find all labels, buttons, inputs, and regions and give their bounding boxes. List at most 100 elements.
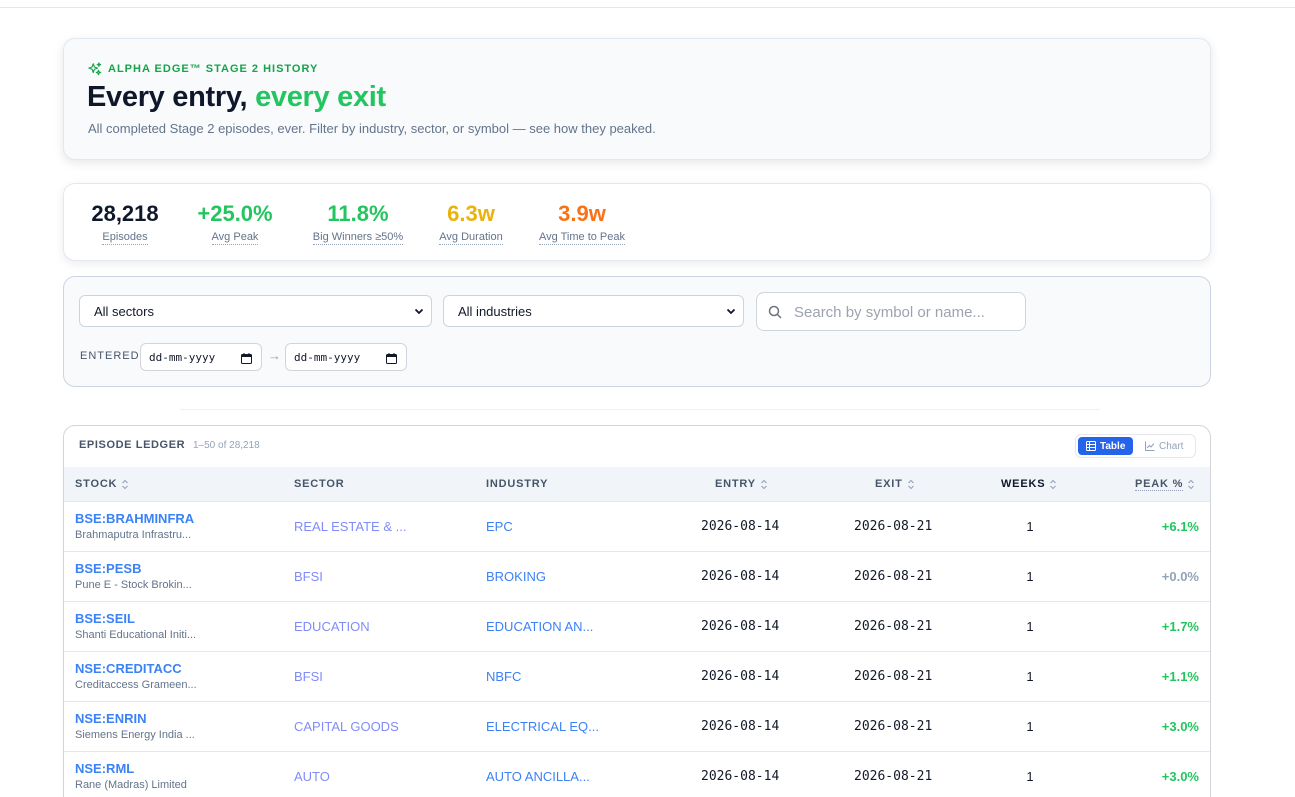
table-row[interactable]: BSE:SEIL Shanti Educational Initi... EDU… (64, 602, 1210, 652)
ledger-title: EPISODE LEDGER (79, 439, 186, 451)
stat-avg-time-to-peak: 3.9w Avg Time to Peak (533, 201, 631, 245)
stock-name: Rane (Madras) Limited (75, 779, 187, 791)
exit-date: 2026-08-21 (854, 619, 933, 634)
peak-value: +0.0% (1161, 569, 1199, 584)
entry-date: 2026-08-14 (701, 519, 780, 534)
search-icon (768, 305, 782, 319)
sector-link[interactable]: AUTO (294, 769, 330, 784)
sector-link[interactable]: EDUCATION (294, 619, 370, 634)
table-view-label: Table (1100, 440, 1126, 452)
table-row[interactable]: NSE:ENRIN Siemens Energy India ... CAPIT… (64, 702, 1210, 752)
table-view-button[interactable]: Table (1078, 437, 1134, 455)
column-header-exit[interactable]: EXIT (875, 478, 915, 490)
stock-symbol-link[interactable]: BSE:BRAHMINFRA (75, 511, 194, 526)
sector-link[interactable]: BFSI (294, 569, 323, 584)
table-row[interactable]: NSE:RML Rane (Madras) Limited AUTO AUTO … (64, 752, 1210, 797)
peak-value: +3.0% (1161, 719, 1199, 734)
chevron-down-icon (726, 308, 736, 315)
column-header-sector: SECTOR (294, 478, 345, 490)
title-accent: every exit (255, 81, 386, 113)
column-header-industry: INDUSTRY (486, 478, 549, 490)
sector-link[interactable]: REAL ESTATE & ... (294, 519, 406, 534)
date-range-arrow: → (268, 348, 281, 363)
stat-label: Episodes (102, 231, 148, 245)
sector-select[interactable]: All sectors (79, 295, 432, 327)
stat-label: Big Winners ≥50% (312, 231, 404, 245)
sort-icon (122, 479, 129, 489)
peak-value: +1.1% (1161, 669, 1199, 684)
industry-link[interactable]: AUTO ANCILLA... (486, 769, 590, 784)
stat-value: 11.8% (327, 201, 389, 226)
date-from-value: dd-mm-yyyy (149, 350, 216, 364)
column-header-entry[interactable]: ENTRY (715, 478, 768, 490)
stat-big-winners: 11.8% Big Winners ≥50% (307, 201, 409, 245)
column-header-weeks[interactable]: WEEKS (1001, 478, 1057, 490)
exit-date: 2026-08-21 (854, 669, 933, 684)
stock-name: Brahmaputra Infrastru... (75, 529, 192, 541)
top-divider (0, 7, 1295, 8)
chart-view-label: Chart (1159, 440, 1184, 452)
calendar-icon[interactable] (386, 353, 397, 364)
weeks-value: 1 (1026, 519, 1034, 534)
sort-icon (760, 479, 767, 489)
view-toggle: Table Chart (1075, 434, 1196, 458)
exit-date: 2026-08-21 (854, 769, 933, 784)
weeks-value: 1 (1026, 669, 1034, 684)
stat-episodes: 28,218 Episodes (87, 201, 163, 245)
stat-label: Avg Time to Peak (538, 231, 625, 245)
weeks-value: 1 (1026, 569, 1034, 584)
date-to-input[interactable]: dd-mm-yyyy (285, 343, 407, 371)
exit-date: 2026-08-21 (854, 519, 933, 534)
stock-symbol-link[interactable]: BSE:PESB (75, 561, 141, 576)
peak-value: +6.1% (1161, 519, 1199, 534)
industry-link[interactable]: EDUCATION AN... (486, 619, 593, 634)
search-input[interactable] (794, 301, 1019, 323)
hero-card: ALPHA EDGE™ STAGE 2 HISTORY Every entry,… (63, 38, 1211, 160)
peak-value: +1.7% (1161, 619, 1199, 634)
peak-value: +3.0% (1161, 769, 1199, 784)
weeks-value: 1 (1026, 769, 1034, 784)
entry-date: 2026-08-14 (701, 669, 780, 684)
column-header-peak[interactable]: PEAK % (1135, 478, 1195, 491)
line-chart-icon (1145, 441, 1155, 451)
calendar-icon[interactable] (241, 353, 252, 364)
industry-link[interactable]: ELECTRICAL EQ... (486, 719, 599, 734)
sort-icon (1188, 479, 1195, 490)
page-title: Every entry, every exit (87, 81, 386, 114)
title-main: Every entry, (87, 81, 256, 113)
stat-label: Avg Duration (439, 231, 503, 245)
stock-symbol-link[interactable]: BSE:SEIL (75, 611, 135, 626)
industry-link[interactable]: EPC (486, 519, 513, 534)
sector-link[interactable]: BFSI (294, 669, 323, 684)
table-row[interactable]: BSE:BRAHMINFRA Brahmaputra Infrastru... … (64, 502, 1210, 552)
column-header-stock[interactable]: STOCK (75, 478, 129, 490)
stat-avg-peak: +25.0% Avg Peak (190, 201, 280, 245)
stock-symbol-link[interactable]: NSE:ENRIN (75, 711, 147, 726)
sort-icon (1050, 479, 1057, 489)
entry-date: 2026-08-14 (701, 619, 780, 634)
industry-link[interactable]: NBFC (486, 669, 521, 684)
sector-link[interactable]: CAPITAL GOODS (294, 719, 399, 734)
table-header: STOCK SECTOR INDUSTRY ENTRY EXIT WEEKS P… (64, 467, 1210, 502)
stock-name: Creditaccess Grameen... (75, 679, 197, 691)
table-row[interactable]: NSE:CREDITACC Creditaccess Grameen... BF… (64, 652, 1210, 702)
sector-select-value: All sectors (94, 303, 154, 319)
eyebrow-text: ALPHA EDGE™ STAGE 2 HISTORY (108, 63, 319, 75)
stock-name: Shanti Educational Initi... (75, 629, 197, 641)
hero-eyebrow: ALPHA EDGE™ STAGE 2 HISTORY (88, 62, 318, 76)
table-body: BSE:BRAHMINFRA Brahmaputra Infrastru... … (64, 502, 1210, 797)
episode-ledger: EPISODE LEDGER 1–50 of 28,218 Table Char… (63, 425, 1211, 797)
industry-link[interactable]: BROKING (486, 569, 546, 584)
table-row[interactable]: BSE:PESB Pune E - Stock Brokin... BFSI B… (64, 552, 1210, 602)
stock-symbol-link[interactable]: NSE:CREDITACC (75, 661, 182, 676)
industry-select[interactable]: All industries (443, 295, 744, 327)
entry-date: 2026-08-14 (701, 719, 780, 734)
chart-view-button[interactable]: Chart (1137, 437, 1191, 455)
sort-icon (907, 479, 914, 489)
stats-card: 28,218 Episodes +25.0% Avg Peak 11.8% Bi… (63, 183, 1211, 261)
stock-symbol-link[interactable]: NSE:RML (75, 761, 134, 776)
sparkles-icon (88, 62, 102, 76)
date-from-input[interactable]: dd-mm-yyyy (140, 343, 262, 371)
filter-panel: All sectors All industries ENTERED dd-mm… (63, 276, 1211, 387)
stat-avg-duration: 6.3w Avg Duration (435, 201, 507, 245)
